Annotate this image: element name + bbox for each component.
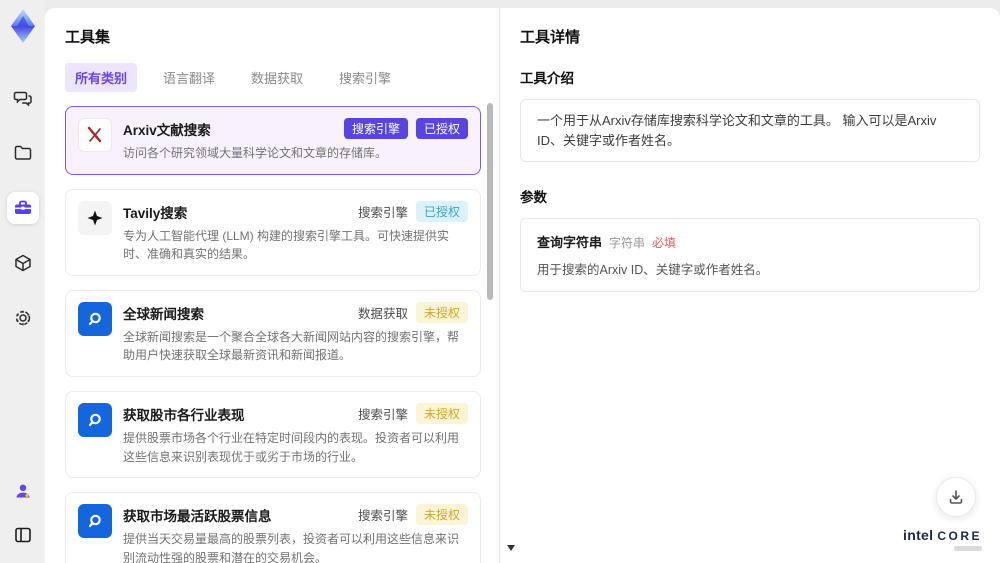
user-avatar-icon[interactable] [7, 475, 39, 507]
tool-card-arxiv[interactable]: Arxiv文献搜索 搜索引擎 已授权 访问各个研究领域大量科学论文和文章的存储库… [65, 106, 481, 175]
tool-description: 全球新闻搜索是一个聚合全球各大新闻网站内容的搜索引擎，帮助用户快速获取全球最新资… [123, 329, 460, 363]
left-rail [0, 0, 45, 563]
category-label: 数据获取 [357, 306, 408, 321]
tool-name: 获取市场最活跃股票信息 [123, 509, 272, 525]
param-required-flag: 必填 [652, 236, 677, 250]
app-logo-icon [6, 8, 40, 44]
category-label: 搜索引擎 [357, 205, 408, 220]
brand-subtext-bar [954, 546, 982, 551]
tool-name: 全球新闻搜索 [123, 306, 204, 322]
tab-all-categories[interactable]: 所有类别 [65, 63, 138, 92]
cube-icon[interactable] [7, 247, 39, 279]
tool-name: Arxiv文献搜索 [123, 123, 211, 138]
tool-card-list: Arxiv文献搜索 搜索引擎 已授权 访问各个研究领域大量科学论文和文章的存储库… [65, 106, 481, 563]
category-label: 搜索引擎 [357, 407, 408, 422]
param-name: 查询字符串 [537, 235, 603, 250]
page-title: 工具集 [65, 29, 111, 46]
tab-data-acquisition[interactable]: 数据获取 [241, 63, 313, 92]
tool-name: Tavily搜索 [123, 205, 188, 221]
auth-status-badge: 未授权 [415, 402, 468, 424]
param-description: 用于搜索的Arxiv ID、关键字或作者姓名。 [537, 263, 769, 277]
scrollbar-thumb[interactable] [487, 103, 493, 300]
rail-nav [6, 82, 39, 334]
tool-card-tavily[interactable]: Tavily搜索 搜索引擎 已授权 专为人工智能代理 (LLM) 构建的搜索引擎… [65, 188, 481, 276]
auth-status-badge: 已授权 [415, 200, 468, 222]
toolbox-icon-active[interactable] [6, 192, 39, 224]
brand-intel-text: intel [903, 527, 934, 543]
param-box: 查询字符串 字符串 必填 用于搜索的Arxiv ID、关键字或作者姓名。 [520, 218, 980, 292]
intel-core-logo: intel CORE [903, 527, 982, 551]
brand-core-text: CORE [937, 529, 982, 543]
search-icon [78, 402, 112, 437]
category-tabs: 所有类别 语言翻译 数据获取 搜索引擎 [65, 63, 499, 92]
search-icon [78, 301, 112, 336]
tool-description: 专为人工智能代理 (LLM) 构建的搜索引擎工具。可快速提供实时、准确和真实的结… [123, 228, 450, 262]
tab-search-engine[interactable]: 搜索引擎 [329, 63, 401, 92]
intro-section-title: 工具介绍 [520, 71, 574, 86]
sparkle-icon [78, 200, 112, 235]
tool-description: 提供股票市场各个行业在特定时间段内的表现。投资者可以利用这些信息来识别表现优于或… [123, 430, 460, 464]
detail-title: 工具详情 [520, 29, 581, 46]
param-type: 字符串 [609, 236, 646, 250]
tool-detail-panel: 工具详情 工具介绍 一个用于从Arxiv存储库搜索科学论文和文章的工具。 输入可… [500, 8, 1000, 563]
tool-description: 访问各个研究领域大量科学论文和文章的存储库。 [123, 146, 388, 160]
tab-language-translation[interactable]: 语言翻译 [153, 63, 225, 92]
main-surface: 工具集 所有类别 语言翻译 数据获取 搜索引擎 Arxiv文献搜索 搜索引擎 已… [45, 8, 1000, 563]
folder-icon[interactable] [7, 137, 39, 169]
tool-intro-box: 一个用于从Arxiv存储库搜索科学论文和文章的工具。 输入可以是Arxiv ID… [520, 99, 980, 162]
tools-list-panel: 工具集 所有类别 语言翻译 数据获取 搜索引擎 Arxiv文献搜索 搜索引擎 已… [45, 8, 515, 563]
search-icon [78, 504, 112, 539]
rail-bottom [7, 475, 39, 551]
params-section-title: 参数 [520, 190, 547, 205]
auth-status-badge: 未授权 [415, 504, 468, 526]
tool-description: 提供当天交易量最高的股票列表，投资者可以利用这些信息来识别流动性强的股票和潜在的… [123, 532, 460, 563]
chat-icon[interactable] [7, 82, 39, 114]
tool-card-global-news[interactable]: 全球新闻搜索 数据获取 未授权 全球新闻搜索是一个聚合全球各大新闻网站内容的搜索… [65, 289, 481, 377]
download-button[interactable] [936, 477, 976, 517]
auth-status-badge: 已授权 [415, 118, 468, 139]
category-label: 搜索引擎 [357, 509, 408, 524]
tool-name: 获取股市各行业表现 [123, 407, 245, 423]
app-window: 工具集 所有类别 语言翻译 数据获取 搜索引擎 Arxiv文献搜索 搜索引擎 已… [0, 0, 1000, 563]
tool-card-sector-performance[interactable]: 获取股市各行业表现 搜索引擎 未授权 提供股票市场各个行业在特定时间段内的表现。… [65, 390, 481, 479]
arxiv-icon [78, 118, 112, 152]
auth-status-badge: 未授权 [415, 301, 468, 323]
tool-card-most-active-stocks[interactable]: 获取市场最活跃股票信息 搜索引擎 未授权 提供当天交易量最高的股票列表，投资者可… [65, 492, 481, 563]
list-scrollbar[interactable] [487, 85, 493, 545]
settings-gear-icon[interactable] [7, 302, 39, 334]
category-badge: 搜索引擎 [343, 118, 408, 139]
panel-toggle-icon[interactable] [7, 519, 39, 551]
